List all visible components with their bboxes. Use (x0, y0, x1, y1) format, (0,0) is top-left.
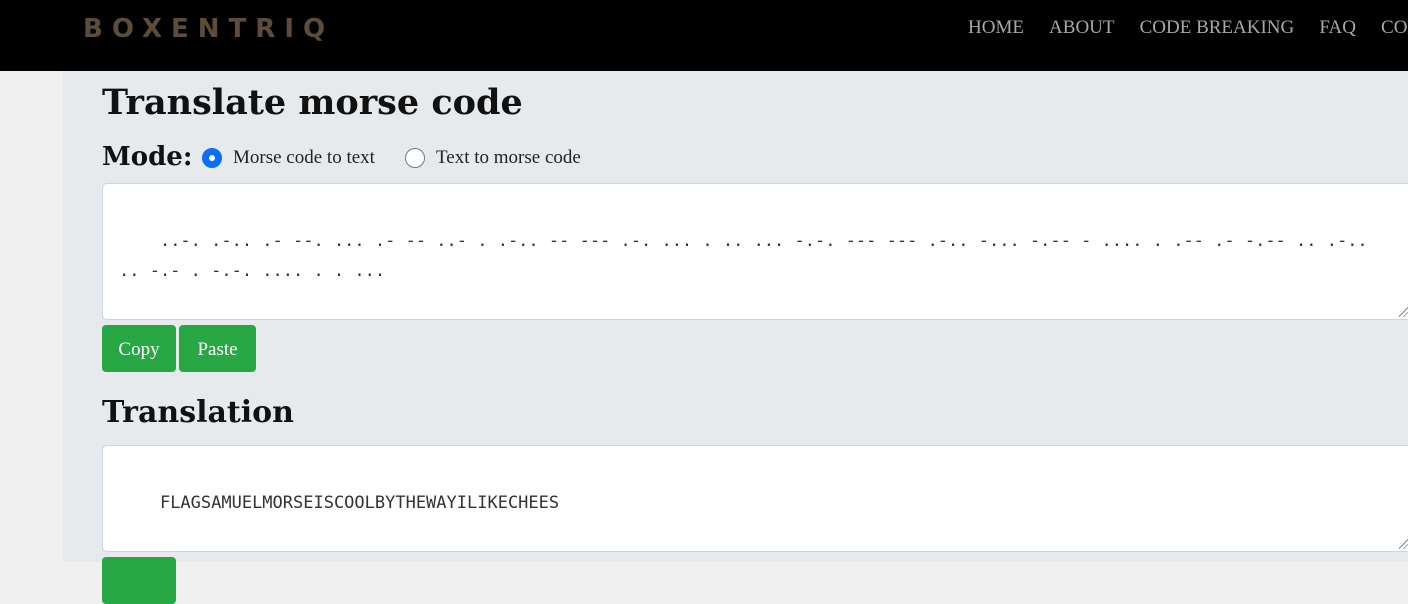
page-title: Translate morse code (102, 82, 523, 123)
nav-code-breaking-link[interactable]: CODE BREAKING (1140, 16, 1295, 40)
morse-input-textarea[interactable]: ..-. .-.. .- --. ... .- -- ..- . .-.. --… (102, 183, 1408, 320)
nav-contact-link[interactable]: CONTA (1381, 16, 1408, 40)
translation-heading: Translation (102, 395, 294, 430)
mode-label: Mode: (102, 142, 193, 172)
site-logo[interactable]: BOXENTRIQ (83, 14, 334, 44)
radio-text-to-morse[interactable] (405, 148, 425, 168)
paste-button[interactable]: Paste (179, 325, 256, 372)
morse-input-text: ..-. .-.. .- --. ... .- -- ..- . .-.. --… (119, 231, 1378, 281)
radio-morse-to-text-label[interactable]: Morse code to text (233, 146, 375, 170)
resize-handle-icon[interactable] (1399, 307, 1408, 317)
nav-faq-link[interactable]: FAQ (1319, 16, 1356, 40)
copy-translation-button[interactable] (102, 557, 176, 604)
translation-output-textarea[interactable]: FLAGSAMUELMORSEISCOOLBYTHEWAYILIKECHEES (102, 445, 1408, 552)
resize-handle-icon[interactable] (1399, 539, 1408, 549)
nav-home-link[interactable]: HOME (968, 16, 1024, 40)
radio-morse-to-text[interactable] (202, 148, 222, 168)
nav-about-link[interactable]: ABOUT (1049, 16, 1114, 40)
main-content: Translate morse code Mode: Morse code to… (63, 71, 1408, 604)
top-navbar: BOXENTRIQ HOME ABOUT CODE BREAKING FAQ C… (0, 0, 1408, 71)
main-nav: HOME ABOUT CODE BREAKING FAQ CONTA (968, 16, 1408, 40)
translation-output-text: FLAGSAMUELMORSEISCOOLBYTHEWAYILIKECHEES (159, 493, 560, 513)
copy-button[interactable]: Copy (102, 325, 176, 372)
radio-text-to-morse-label[interactable]: Text to morse code (436, 146, 581, 170)
